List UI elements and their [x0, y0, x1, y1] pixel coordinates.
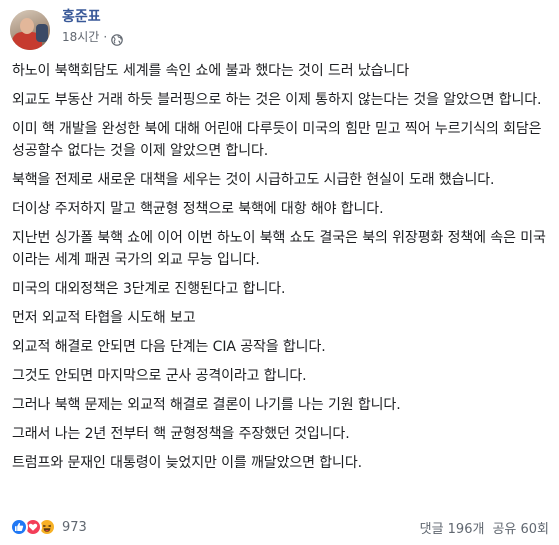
share-count[interactable]: 공유 60회	[492, 518, 549, 537]
post-paragraph: 북핵을 전제로 새로운 대책을 세우는 것이 시급하고도 시급한 현실이 도래 …	[12, 172, 495, 188]
like-icon	[10, 518, 28, 536]
post-timestamp[interactable]: 18시간	[62, 30, 99, 44]
avatar[interactable]	[10, 10, 50, 50]
post-paragraph: 트럼프와 문재인 대통령이 늦었지만 이를 깨달았으면 합니다.	[12, 455, 362, 471]
separator-dot: ·	[103, 30, 108, 44]
reactions-summary[interactable]: 973	[10, 518, 87, 536]
reaction-count[interactable]: 973	[62, 520, 87, 535]
post-header: 홍준표 18시간 ·	[10, 8, 123, 56]
post-paragraph: 외교도 부동산 거래 하듯 블러핑으로 하는 것은 이제 통하지 않는다는 것을…	[12, 92, 542, 108]
post-body: 하노이 북핵회담도 세계를 속인 쇼에 불과 했다는 것이 드러 났습니다 외교…	[12, 60, 552, 481]
post-paragraph: 지난번 싱가폴 북핵 쇼에 이어 이번 하노이 북핵 쇼도 결국은 북의 위장평…	[12, 230, 546, 268]
post-paragraph: 이미 핵 개발을 완성한 북에 대해 어린애 다루듯이 미국의 힘만 믿고 찍어…	[12, 121, 542, 159]
post-paragraph: 그래서 나는 2년 전부터 핵 균형정책을 주장했던 것입니다.	[12, 426, 350, 442]
post-meta: 홍준표 18시간 ·	[62, 8, 123, 46]
post-paragraph: 그러나 북핵 문제는 외교적 해결로 결론이 나기를 나는 기원 합니다.	[12, 397, 401, 413]
post-paragraph: 그것도 안되면 마지막으로 군사 공격이라고 합니다.	[12, 368, 307, 384]
author-name[interactable]: 홍준표	[62, 8, 123, 26]
comment-count[interactable]: 댓글 196개	[420, 518, 485, 537]
post-subline: 18시간 ·	[62, 30, 123, 46]
globe-icon[interactable]	[111, 31, 123, 46]
post-footer: 973 댓글 196개 공유 60회	[10, 514, 549, 540]
post-paragraph: 미국의 대외정책은 3단계로 진행된다고 합니다.	[12, 281, 286, 297]
post-paragraph: 하노이 북핵회담도 세계를 속인 쇼에 불과 했다는 것이 드러 났습니다	[12, 63, 409, 79]
post-paragraph: 먼저 외교적 타협을 시도해 보고	[12, 310, 196, 326]
engagement-stats: 댓글 196개 공유 60회	[420, 518, 549, 537]
facebook-post: 홍준표 18시간 · 하노이 북핵회담도 세계를 속인 쇼에 불과 했다는 것이…	[0, 0, 559, 545]
post-paragraph: 외교적 해결로 안되면 다음 단계는 CIA 공작을 합니다.	[12, 339, 326, 355]
post-paragraph: 더이상 주저하지 말고 핵균형 정책으로 북핵에 대항 해야 합니다.	[12, 201, 384, 217]
